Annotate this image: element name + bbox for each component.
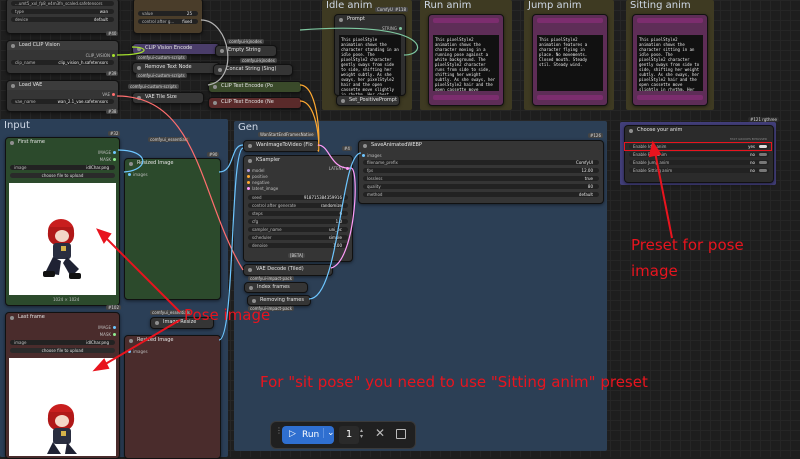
pose-image-annotation: Pose image (184, 306, 271, 324)
preset-annotation-line2: image (631, 262, 678, 280)
play-icon: ▷ (289, 429, 296, 439)
batch-stepper-icon[interactable]: ▴ ▾ (360, 428, 363, 440)
batch-count-input[interactable]: 1 (339, 426, 359, 444)
arrow-to-last-frame (101, 319, 181, 367)
cancel-icon[interactable]: ✕ (375, 426, 385, 440)
arrow-to-first-frame (103, 235, 181, 313)
sit-pose-annotation: For "sit pose" you need to use "Sitting … (260, 373, 648, 391)
run-button-label: Run (302, 430, 320, 440)
drag-handle-icon[interactable]: ⋮ (275, 427, 283, 441)
batch-count-value: 1 (345, 429, 353, 440)
run-button[interactable]: ▷ Run ⌄ (282, 426, 335, 444)
stop-icon[interactable] (396, 429, 406, 439)
preset-annotation-line1: Preset for pose (631, 236, 744, 254)
arrow-head (648, 140, 662, 158)
arrow-head (92, 358, 110, 372)
arrow-to-chooser (654, 151, 673, 239)
chevron-down-icon[interactable]: ⌄ (323, 428, 335, 438)
run-toolbar: ⋮ ▷ Run ⌄ 1 ▴ ▾ ✕ (270, 421, 416, 449)
